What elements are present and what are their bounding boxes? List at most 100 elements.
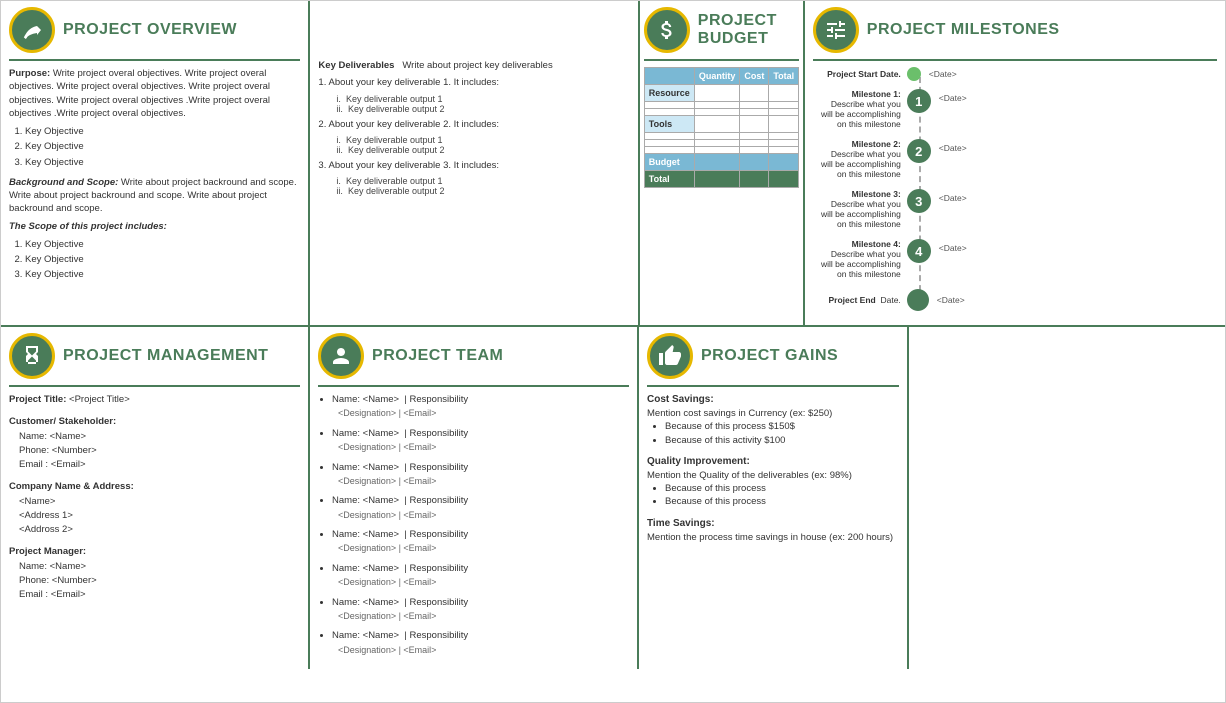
main-layout: PROJECT OVERVIEW Purpose: Write project … xyxy=(1,1,1225,702)
time-savings-label: Time Savings: xyxy=(647,517,899,531)
scope-2: Key Objective xyxy=(25,252,300,267)
del-1-sub-i: i. Key deliverable output 1 xyxy=(336,94,629,104)
mgr-email: Email : <Email> xyxy=(19,588,300,602)
del-3-title: 3. About your key deliverable 3. It incl… xyxy=(318,159,629,172)
scope-items: Key Objective Key Objective Key Objectiv… xyxy=(25,237,300,283)
team-m2-designation: <Designation> | <Email> xyxy=(338,441,629,455)
manager-details: Name: <Name> Phone: <Number> Email : <Em… xyxy=(19,560,300,603)
cust-name-val: <Name> xyxy=(50,431,86,442)
cust-phone: Phone: <Number> xyxy=(19,444,300,458)
ms-1-title: Milestone 1: xyxy=(852,89,901,99)
cost-savings-text: Mention cost savings in Currency (ex: $2… xyxy=(647,407,899,420)
milestones-divider xyxy=(813,59,1217,61)
customer-label: Customer/ Stakeholder: xyxy=(9,415,300,429)
ms-4-title: Milestone 4: xyxy=(852,239,901,249)
deliverables-header: Key Deliverables Write about project key… xyxy=(318,59,629,72)
mgr-name-label: Name: xyxy=(19,561,47,572)
milestones-area: PROJECT MILESTONES Project Start Date. <… xyxy=(805,1,1225,325)
deliverable-2: 2. About your key deliverable 2. It incl… xyxy=(318,118,629,155)
team-m1-name: Name: <Name> | Responsibility xyxy=(332,393,629,407)
team-m4-designation: <Designation> | <Email> xyxy=(338,509,629,523)
budget-row-t1 xyxy=(644,133,798,140)
mgmt-header: PROJECT MANAGEMENT xyxy=(9,333,300,379)
team-m6-designation: <Designation> | <Email> xyxy=(338,576,629,590)
gains-area: PROJECT GAINS Cost Savings: Mention cost… xyxy=(639,327,909,669)
ms-start-date: <Date> xyxy=(929,69,957,79)
cost-savings-label: Cost Savings: xyxy=(647,393,899,407)
deliverables-intro: Write about project key deliverables xyxy=(402,60,552,71)
hourglass-icon xyxy=(20,344,44,368)
quality-text: Mention the Quality of the deliverables … xyxy=(647,469,899,482)
team-icon-circle xyxy=(318,333,364,379)
cust-email-val: <Email> xyxy=(51,459,86,470)
mgr-phone-val: <Number> xyxy=(52,575,97,586)
overview-objectives: Key Objective Key Objective Key Objectiv… xyxy=(25,124,300,170)
ms-1: Milestone 1: Describe what you will be a… xyxy=(817,89,1217,129)
team-m4-name: Name: <Name> | Responsibility xyxy=(332,494,629,508)
deliverables-label: Key Deliverables xyxy=(318,60,394,71)
del-3-sub-i: i. Key deliverable output 1 xyxy=(336,176,629,186)
team-m7-designation: <Designation> | <Email> xyxy=(338,610,629,624)
ms-2-text: Milestone 2: Describe what you will be a… xyxy=(817,139,907,179)
mgmt-icon-circle xyxy=(9,333,55,379)
bottom-right: PROJECT GAINS Cost Savings: Mention cost… xyxy=(639,327,1225,669)
team-title: PROJECT TEAM xyxy=(372,347,503,365)
budget-row-budget: Budget xyxy=(644,154,798,171)
budget-row-t2 xyxy=(644,140,798,147)
cust-phone-label: Phone: xyxy=(19,445,49,456)
mgmt-divider xyxy=(9,385,300,387)
mgmt-manager: Project Manager: Name: <Name> Phone: <Nu… xyxy=(9,545,300,602)
ms-start-dot xyxy=(907,67,921,81)
del-3-sub-ii: ii. Key deliverable output 2 xyxy=(336,186,629,196)
team-member-8: Name: <Name> | Responsibility <Designati… xyxy=(318,629,629,657)
cust-name-label: Name: xyxy=(19,431,47,442)
ms-2-dot: 2 xyxy=(907,139,931,163)
background-label: Background and Scope: xyxy=(9,177,118,188)
team-header: PROJECT TEAM xyxy=(318,333,629,379)
mgr-phone-label: Phone: xyxy=(19,575,49,586)
quality-bullets: Because of this process Because of this … xyxy=(647,482,899,509)
budget-col-total: Total xyxy=(769,68,799,85)
budget-area: PROJECT BUDGET Quantity Cost Total xyxy=(640,1,805,325)
ms-1-body: Describe what you will be accomplishing … xyxy=(821,99,901,129)
overview-purpose: Purpose: Write project overal objectives… xyxy=(9,67,300,120)
ms-4: Milestone 4: Describe what you will be a… xyxy=(817,239,1217,279)
ms-3-date: <Date> xyxy=(939,193,967,203)
scope-label: The Scope of this project includes: xyxy=(9,220,300,233)
company-name: <Name> xyxy=(19,495,300,509)
team-list: Name: <Name> | Responsibility <Designati… xyxy=(318,393,629,657)
mgr-phone: Phone: <Number> xyxy=(19,574,300,588)
team-m8-name: Name: <Name> | Responsibility xyxy=(332,629,629,643)
team-m2-name: Name: <Name> | Responsibility xyxy=(332,427,629,441)
mgr-name-val: <Name> xyxy=(50,561,86,572)
project-title-label: Project Title: xyxy=(9,394,66,405)
ms-end-dot xyxy=(907,289,929,311)
mgmt-project-title: Project Title: <Project Title> xyxy=(9,393,300,407)
obj-3: Key Objective xyxy=(25,155,300,170)
customer-details: Name: <Name> Phone: <Number> Email : <Em… xyxy=(19,430,300,473)
gains-header: PROJECT GAINS xyxy=(647,333,899,379)
ms-3: Milestone 3: Describe what you will be a… xyxy=(817,189,1217,229)
team-member-3: Name: <Name> | Responsibility <Designati… xyxy=(318,461,629,489)
overview-icon-circle xyxy=(9,7,55,53)
budget-row-resource: Resource xyxy=(644,85,798,102)
ms-2-date: <Date> xyxy=(939,143,967,153)
company-addr1: <Address 1> xyxy=(19,509,300,523)
ms-end-title: Project End xyxy=(829,295,876,305)
deliverable-1: 1. About your key deliverable 1. It incl… xyxy=(318,76,629,113)
del-1-title: 1. About your key deliverable 1. It incl… xyxy=(318,76,629,89)
page: PROJECT OVERVIEW Purpose: Write project … xyxy=(0,0,1226,703)
ms-3-body: Describe what you will be accomplishing … xyxy=(821,199,901,229)
del-2-sub-ii: ii. Key deliverable output 2 xyxy=(336,145,629,155)
top-section: PROJECT OVERVIEW Purpose: Write project … xyxy=(1,1,1225,327)
team-member-4: Name: <Name> | Responsibility <Designati… xyxy=(318,494,629,522)
project-title-val: <Project Title> xyxy=(69,394,130,405)
ms-4-date: <Date> xyxy=(939,243,967,253)
team-m5-designation: <Designation> | <Email> xyxy=(338,542,629,556)
background-text: Background and Scope: Write about projec… xyxy=(9,176,300,216)
overview-title: PROJECT OVERVIEW xyxy=(63,21,237,39)
quality-bullet-1: Because of this process xyxy=(665,482,899,495)
ms-end-date: <Date> xyxy=(937,295,965,305)
mgr-email-label: Email : xyxy=(19,589,48,600)
team-member-7: Name: <Name> | Responsibility <Designati… xyxy=(318,596,629,624)
